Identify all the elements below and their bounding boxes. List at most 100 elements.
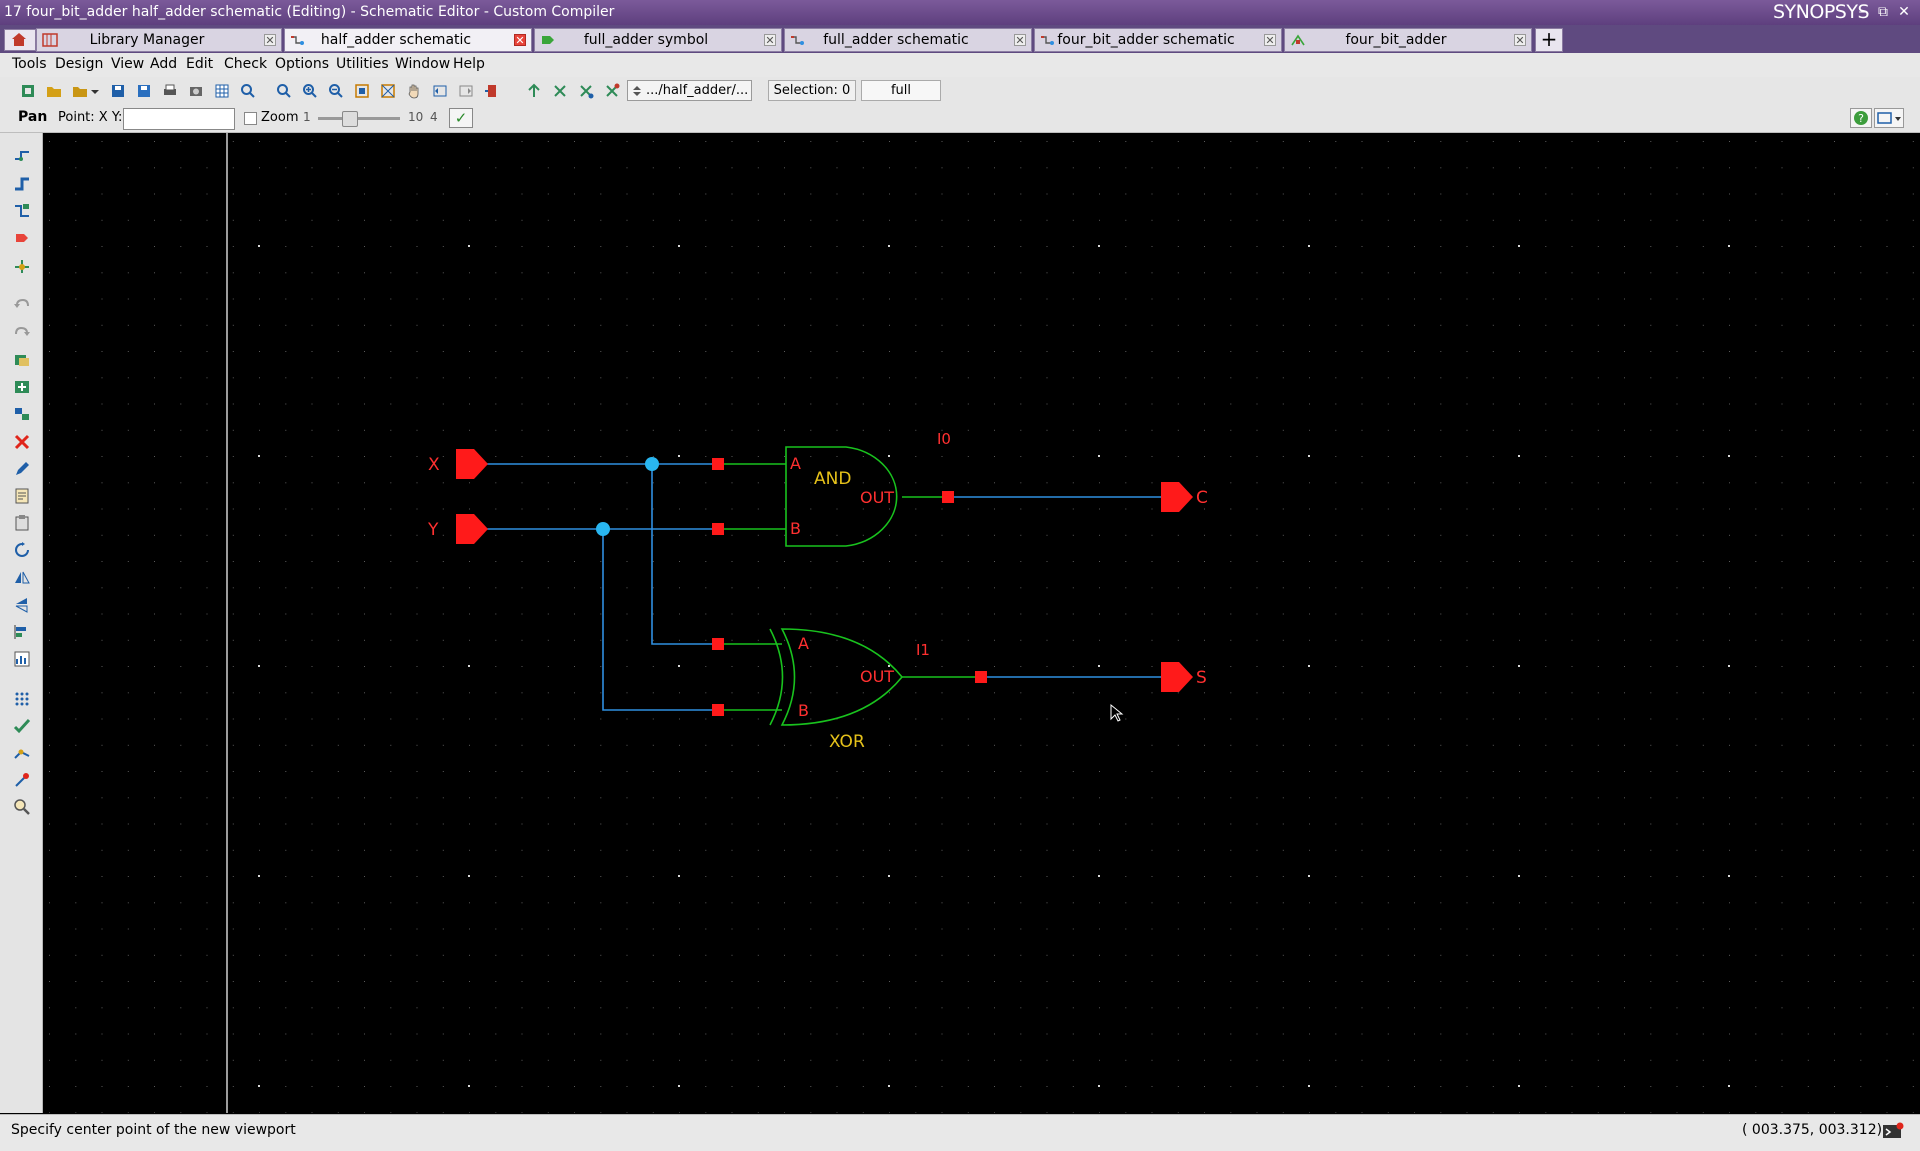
tab-close-icon[interactable]: ✕ bbox=[1264, 34, 1276, 46]
menu-help[interactable]: Help bbox=[453, 56, 485, 72]
pin-s[interactable]: S bbox=[1161, 662, 1207, 692]
save-all-icon[interactable] bbox=[136, 83, 152, 99]
menu-options[interactable]: Options bbox=[275, 56, 329, 72]
menu-utilities[interactable]: Utilities bbox=[336, 56, 389, 72]
clipboard-icon[interactable] bbox=[13, 514, 31, 532]
home-button[interactable] bbox=[4, 29, 36, 51]
open-recent-icon[interactable] bbox=[72, 83, 88, 99]
add-bus-icon[interactable] bbox=[13, 175, 31, 193]
selection-mode-button[interactable]: full bbox=[861, 80, 941, 101]
tab-library-manager[interactable]: Library Manager ✕ bbox=[36, 28, 282, 52]
tab-close-icon[interactable]: ✕ bbox=[1014, 34, 1026, 46]
console-icon[interactable] bbox=[1882, 1122, 1904, 1140]
tab-full-adder-schematic[interactable]: full_adder schematic ✕ bbox=[784, 28, 1032, 52]
help-button[interactable]: ? bbox=[1850, 108, 1872, 128]
rotate-icon[interactable] bbox=[13, 541, 31, 559]
window-options-button[interactable] bbox=[1874, 108, 1904, 128]
descend-read-icon[interactable] bbox=[578, 83, 594, 99]
stretch-icon[interactable] bbox=[13, 405, 31, 423]
find-icon[interactable] bbox=[13, 798, 31, 816]
xor-gate-symbol[interactable]: XOR A B OUT I1 bbox=[769, 628, 930, 752]
menu-tools[interactable]: Tools bbox=[12, 56, 47, 72]
descend-edit-icon[interactable] bbox=[552, 83, 568, 99]
pin-c[interactable]: C bbox=[1161, 482, 1208, 512]
and-gate-symbol[interactable]: AND A B OUT I0 bbox=[785, 430, 951, 547]
snap-grid-icon[interactable] bbox=[13, 690, 31, 708]
restore-button[interactable]: ⧉ bbox=[1874, 4, 1892, 20]
zoom-box-icon[interactable] bbox=[354, 83, 370, 99]
netlist-icon[interactable] bbox=[13, 744, 31, 762]
zoom-out-icon[interactable] bbox=[328, 83, 344, 99]
align-icon[interactable] bbox=[13, 623, 31, 641]
close-window-button[interactable]: ✕ bbox=[1895, 4, 1913, 20]
chart-icon[interactable] bbox=[13, 650, 31, 668]
save-icon[interactable] bbox=[110, 83, 126, 99]
add-instance-icon[interactable] bbox=[13, 257, 31, 275]
hierarchy-up-icon[interactable] bbox=[526, 83, 542, 99]
status-bar: Specify center point of the new viewport… bbox=[0, 1114, 1920, 1151]
tab-close-icon[interactable]: ✕ bbox=[1514, 34, 1526, 46]
minimize-button[interactable]: – bbox=[1853, 4, 1871, 20]
pin-x[interactable]: X bbox=[428, 449, 488, 479]
add-wire-icon[interactable] bbox=[13, 147, 31, 165]
tab-close-icon[interactable]: ✕ bbox=[514, 34, 526, 46]
menu-window[interactable]: Window bbox=[395, 56, 450, 72]
zoom-slider-track[interactable] bbox=[318, 117, 400, 120]
properties-icon[interactable] bbox=[13, 487, 31, 505]
open-folder-icon[interactable] bbox=[46, 83, 62, 99]
return-top-icon[interactable] bbox=[604, 83, 620, 99]
net-wires[interactable] bbox=[483, 463, 1163, 711]
grid-icon[interactable] bbox=[214, 83, 230, 99]
pin-y[interactable]: Y bbox=[427, 514, 488, 544]
schematic-drawing[interactable]: AND A B OUT I0 XOR A B OUT I1 X Y C S bbox=[43, 133, 1915, 1114]
tab-label: half_adder schematic bbox=[320, 32, 472, 48]
probe-icon[interactable] bbox=[13, 771, 31, 789]
zoom-checkbox[interactable] bbox=[244, 112, 257, 125]
bookmark-icon[interactable] bbox=[484, 83, 500, 99]
pan-hand-icon[interactable] bbox=[406, 83, 422, 99]
menu-view[interactable]: View bbox=[111, 56, 144, 72]
tab-close-icon[interactable]: ✕ bbox=[764, 34, 776, 46]
xor-instance-name: I1 bbox=[916, 641, 930, 659]
flip-horizontal-icon[interactable] bbox=[13, 569, 31, 587]
check-save-icon[interactable] bbox=[13, 717, 31, 735]
flip-vertical-icon[interactable] bbox=[13, 596, 31, 614]
add-pin-icon[interactable] bbox=[13, 229, 31, 247]
copy-icon[interactable] bbox=[13, 351, 31, 369]
menu-design[interactable]: Design bbox=[55, 56, 103, 72]
screenshot-icon[interactable] bbox=[188, 83, 204, 99]
new-design-icon[interactable] bbox=[20, 83, 36, 99]
move-icon[interactable] bbox=[13, 378, 31, 396]
tab-half-adder-schematic[interactable]: half_adder schematic ✕ bbox=[284, 28, 532, 52]
tab-four-bit-adder-schematic[interactable]: four_bit_adder schematic ✕ bbox=[1034, 28, 1282, 52]
zoom-fit-icon[interactable] bbox=[276, 83, 292, 99]
chevron-down-icon[interactable] bbox=[90, 83, 100, 99]
xor-pin-a-label: A bbox=[798, 634, 809, 653]
search-icon[interactable] bbox=[240, 83, 256, 99]
tab-close-icon[interactable]: ✕ bbox=[264, 34, 276, 46]
tab-four-bit-adder[interactable]: four_bit_adder ✕ bbox=[1284, 28, 1532, 52]
hierarchy-path-combo[interactable]: .../half_adder/... bbox=[627, 80, 752, 101]
and-instance-name: I0 bbox=[937, 430, 951, 448]
previous-view-icon[interactable] bbox=[432, 83, 448, 99]
edit-pencil-icon[interactable] bbox=[13, 460, 31, 478]
tab-full-adder-symbol[interactable]: full_adder symbol ✕ bbox=[534, 28, 782, 52]
fit-view-icon[interactable] bbox=[380, 83, 396, 99]
apply-check-icon[interactable]: ✓ bbox=[449, 108, 473, 128]
menu-edit[interactable]: Edit bbox=[186, 56, 213, 72]
redo-icon[interactable] bbox=[13, 324, 31, 342]
print-icon[interactable] bbox=[162, 83, 178, 99]
point-input[interactable] bbox=[123, 108, 235, 130]
zoom-slider-handle[interactable] bbox=[341, 111, 358, 127]
status-message: Specify center point of the new viewport bbox=[11, 1122, 296, 1138]
schematic-canvas[interactable]: AND A B OUT I0 XOR A B OUT I1 X Y C S bbox=[43, 133, 1915, 1114]
menu-check[interactable]: Check bbox=[224, 56, 267, 72]
new-tab-button[interactable]: + bbox=[1535, 28, 1563, 52]
tab-label: full_adder schematic bbox=[823, 32, 969, 48]
undo-icon[interactable] bbox=[13, 296, 31, 314]
menu-add[interactable]: Add bbox=[150, 56, 177, 72]
add-wire-name-icon[interactable] bbox=[13, 202, 31, 220]
next-view-icon[interactable] bbox=[458, 83, 474, 99]
delete-icon[interactable] bbox=[13, 433, 31, 451]
zoom-in-icon[interactable] bbox=[302, 83, 318, 99]
